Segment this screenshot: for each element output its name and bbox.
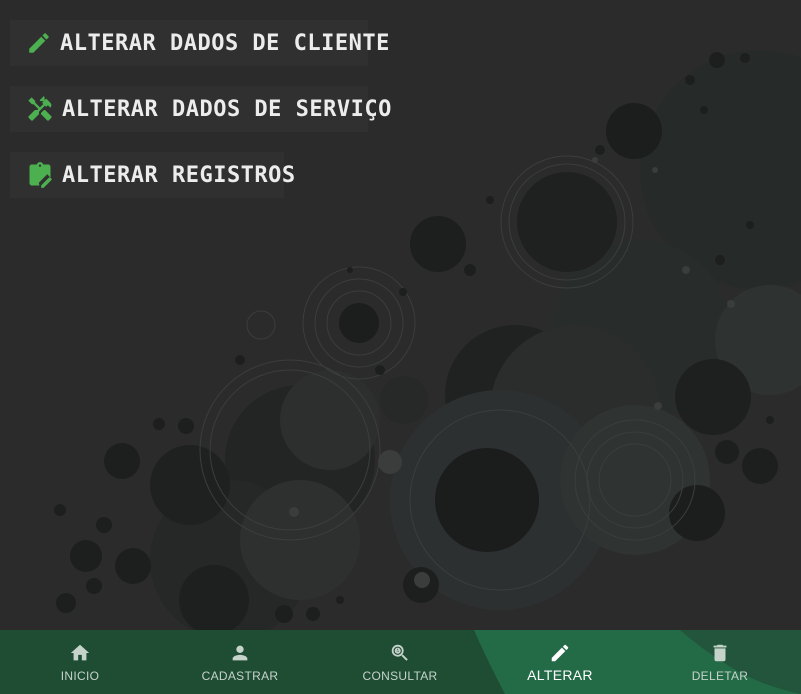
nav-label: CONSULTAR: [362, 669, 438, 683]
nav-label: DELETAR: [691, 669, 749, 683]
alterar-dados-cliente-button[interactable]: ALTERAR DADOS DE CLIENTE: [10, 20, 389, 66]
nav-label: ALTERAR: [527, 667, 593, 683]
bottom-navigation: INICIO CADASTRAR CONSULTAR ALTERAR DELET…: [0, 630, 801, 694]
search-globe-icon: [388, 641, 412, 665]
alterar-registros-button[interactable]: ALTERAR REGISTROS: [10, 152, 295, 198]
nav-item-inicio[interactable]: INICIO: [0, 630, 160, 694]
home-icon: [68, 641, 92, 665]
nav-item-deletar[interactable]: DELETAR: [640, 630, 800, 694]
nav-item-cadastrar[interactable]: CADASTRAR: [160, 630, 320, 694]
button-label: ALTERAR DADOS DE SERVIÇO: [62, 96, 392, 122]
button-label: ALTERAR REGISTROS: [62, 162, 296, 188]
nav-label: INICIO: [60, 669, 100, 683]
nav-label: CADASTRAR: [201, 669, 279, 683]
button-label: ALTERAR DADOS DE CLIENTE: [60, 30, 390, 56]
tools-icon: [26, 94, 54, 124]
nav-item-consultar[interactable]: CONSULTAR: [320, 630, 480, 694]
pencil-icon: [26, 28, 52, 58]
trash-icon: [708, 641, 732, 665]
alterar-dados-servico-button[interactable]: ALTERAR DADOS DE SERVIÇO: [10, 86, 391, 132]
pencil-icon: [548, 641, 572, 665]
nav-item-alterar[interactable]: ALTERAR: [480, 630, 640, 694]
person-icon: [228, 641, 252, 665]
clipboard-edit-icon: [26, 160, 54, 190]
